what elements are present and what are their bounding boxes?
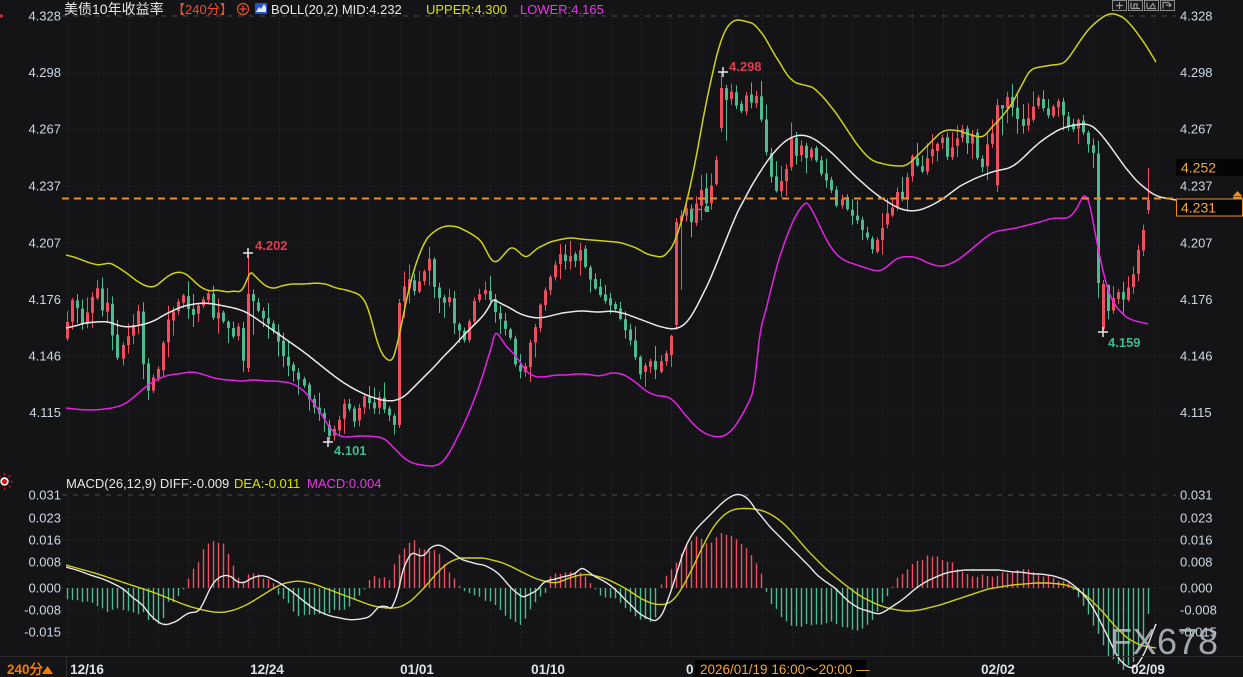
svg-text:LOWER:4.165: LOWER:4.165: [520, 2, 604, 17]
svg-text:-0.015: -0.015: [24, 625, 61, 640]
svg-text:0.031: 0.031: [1180, 488, 1213, 503]
svg-text:4.267: 4.267: [28, 122, 61, 137]
svg-text:0.016: 0.016: [28, 533, 61, 548]
svg-text:4.176: 4.176: [1180, 292, 1213, 307]
svg-text:0.000: 0.000: [1180, 581, 1213, 596]
svg-text:4.146: 4.146: [28, 349, 61, 364]
svg-text:DEA:-0.011: DEA:-0.011: [234, 476, 300, 491]
svg-text:01/10: 01/10: [531, 662, 565, 677]
svg-text:4.328: 4.328: [28, 9, 61, 24]
svg-text:4.101: 4.101: [334, 443, 367, 458]
svg-text:2026/01/19 16:00～20:00 —: 2026/01/19 16:00～20:00 —: [700, 662, 870, 677]
svg-text:4.207: 4.207: [28, 236, 61, 251]
svg-text:0.023: 0.023: [1180, 511, 1213, 526]
svg-text:【240分】: 【240分】: [172, 2, 233, 17]
svg-text:4.237: 4.237: [28, 179, 61, 194]
svg-text:-0.008: -0.008: [1180, 603, 1217, 618]
svg-text:BOLL(20,2) MID:4.232: BOLL(20,2) MID:4.232: [271, 2, 402, 17]
svg-text:4.252: 4.252: [1181, 160, 1216, 176]
svg-text:美债10年收益率: 美债10年收益率: [64, 1, 164, 17]
svg-text:02/02: 02/02: [981, 662, 1015, 677]
svg-text:0.016: 0.016: [1180, 533, 1213, 548]
svg-text:02/09: 02/09: [1131, 662, 1165, 677]
svg-text:0: 0: [686, 662, 694, 677]
svg-text:4.237: 4.237: [1180, 179, 1213, 194]
svg-text:UPPER:4.300: UPPER:4.300: [426, 2, 507, 17]
svg-text:4.202: 4.202: [255, 238, 288, 253]
svg-text:4.298: 4.298: [1180, 65, 1213, 80]
svg-text:4.298: 4.298: [729, 59, 762, 74]
svg-text:0.031: 0.031: [28, 488, 61, 503]
svg-text:240分: 240分: [7, 662, 44, 677]
svg-text:FX678: FX678: [1110, 621, 1219, 662]
svg-text:MACD(26,12,9) DIFF:-0.009: MACD(26,12,9) DIFF:-0.009: [66, 476, 229, 491]
svg-text:01/01: 01/01: [400, 662, 434, 677]
svg-text:0.023: 0.023: [28, 511, 61, 526]
svg-text:MACD:0.004: MACD:0.004: [307, 476, 381, 491]
svg-text:4.267: 4.267: [1180, 122, 1213, 137]
svg-text:0.008: 0.008: [28, 555, 61, 570]
svg-text:0.008: 0.008: [1180, 555, 1213, 570]
svg-text:-0.008: -0.008: [24, 603, 61, 618]
svg-text:4.231: 4.231: [1181, 200, 1216, 216]
svg-text:4.328: 4.328: [1180, 9, 1213, 24]
svg-text:4.207: 4.207: [1180, 236, 1213, 251]
svg-text:4.176: 4.176: [28, 292, 61, 307]
svg-text:4.115: 4.115: [29, 405, 61, 420]
svg-text:4.115: 4.115: [1180, 405, 1212, 420]
svg-text:4.146: 4.146: [1180, 349, 1213, 364]
svg-text:4.159: 4.159: [1108, 335, 1141, 350]
svg-text:0.000: 0.000: [28, 581, 61, 596]
svg-text:12/24: 12/24: [250, 662, 284, 677]
svg-text:4.298: 4.298: [28, 65, 61, 80]
svg-text:12/16: 12/16: [70, 662, 104, 677]
